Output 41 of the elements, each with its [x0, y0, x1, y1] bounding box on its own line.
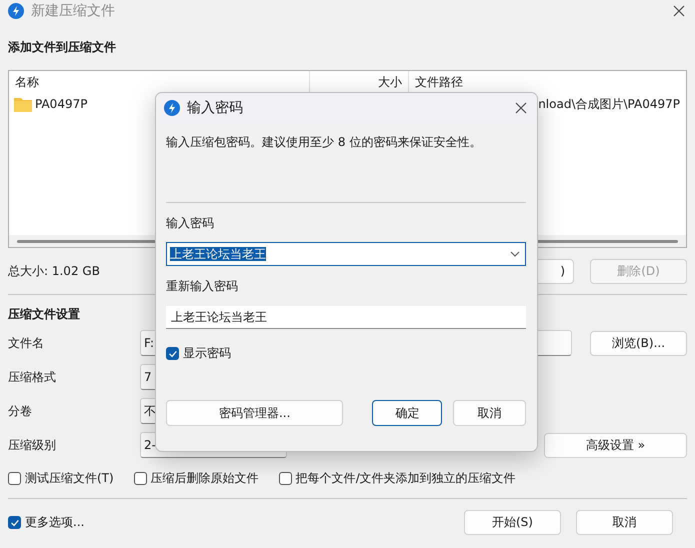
cancel-button[interactable]: 取消 — [576, 510, 673, 534]
field-label: 输入密码 — [166, 215, 215, 231]
chevron-icon[interactable] — [510, 251, 520, 257]
field-label: 文件名 — [8, 334, 45, 352]
password-field[interactable]: 上老王论坛当老王 — [166, 242, 526, 266]
field-label: 重新输入密码 — [166, 278, 239, 294]
field-label: 压缩格式 — [8, 368, 57, 386]
checkbox-label: 压缩后删除原始文件 — [150, 470, 259, 486]
advanced-button[interactable]: 高级设置 » — [544, 432, 687, 458]
field-label: 分卷 — [8, 402, 33, 420]
section-heading: 添加文件到压缩文件 — [8, 39, 116, 55]
checkbox[interactable] — [134, 472, 147, 484]
app-icon — [164, 100, 180, 116]
window-title: 新建压缩文件 — [31, 2, 116, 20]
checkbox-label: 更多选项... — [25, 514, 84, 530]
field-label: 压缩级别 — [8, 436, 57, 454]
checkbox[interactable] — [166, 347, 179, 360]
browse-button[interactable]: 浏览(B)... — [590, 330, 687, 356]
checkbox[interactable] — [278, 472, 292, 484]
password-manager-button[interactable]: 密码管理器... — [166, 400, 344, 426]
checkbox-label: 显示密码 — [183, 345, 231, 362]
file-path: nload\合成图片\PA0497P — [538, 96, 680, 112]
close-icon[interactable] — [515, 102, 527, 114]
start-button[interactable]: 开始(S) — [464, 510, 561, 534]
column-header[interactable]: 文件路径 — [409, 71, 686, 93]
close-icon[interactable] — [673, 5, 685, 17]
folder-icon — [14, 96, 32, 112]
dialog-title: 输入密码 — [187, 99, 244, 117]
checkbox-label: 把每个文件/文件夹添加到独立的压缩文件 — [296, 470, 516, 486]
total-size: 总大小: 1.02 GB — [8, 262, 101, 280]
file-name: PA0497P — [35, 97, 88, 111]
description: 输入压缩包密码。建议使用至少 8 位的密码来保证安全性。 — [166, 134, 482, 150]
section-heading: 压缩文件设置 — [8, 306, 80, 322]
app-icon — [8, 3, 24, 19]
column-header[interactable]: 名称 — [9, 71, 309, 93]
checkbox[interactable] — [8, 516, 21, 528]
confirm-password-field[interactable]: 上老王论坛当老王 — [166, 306, 526, 329]
checkbox[interactable] — [8, 472, 21, 484]
cancel-button[interactable]: 取消 — [453, 400, 526, 426]
checkbox-label: 测试压缩文件(T) — [25, 470, 114, 486]
ok-button[interactable]: 确定 — [372, 400, 442, 426]
